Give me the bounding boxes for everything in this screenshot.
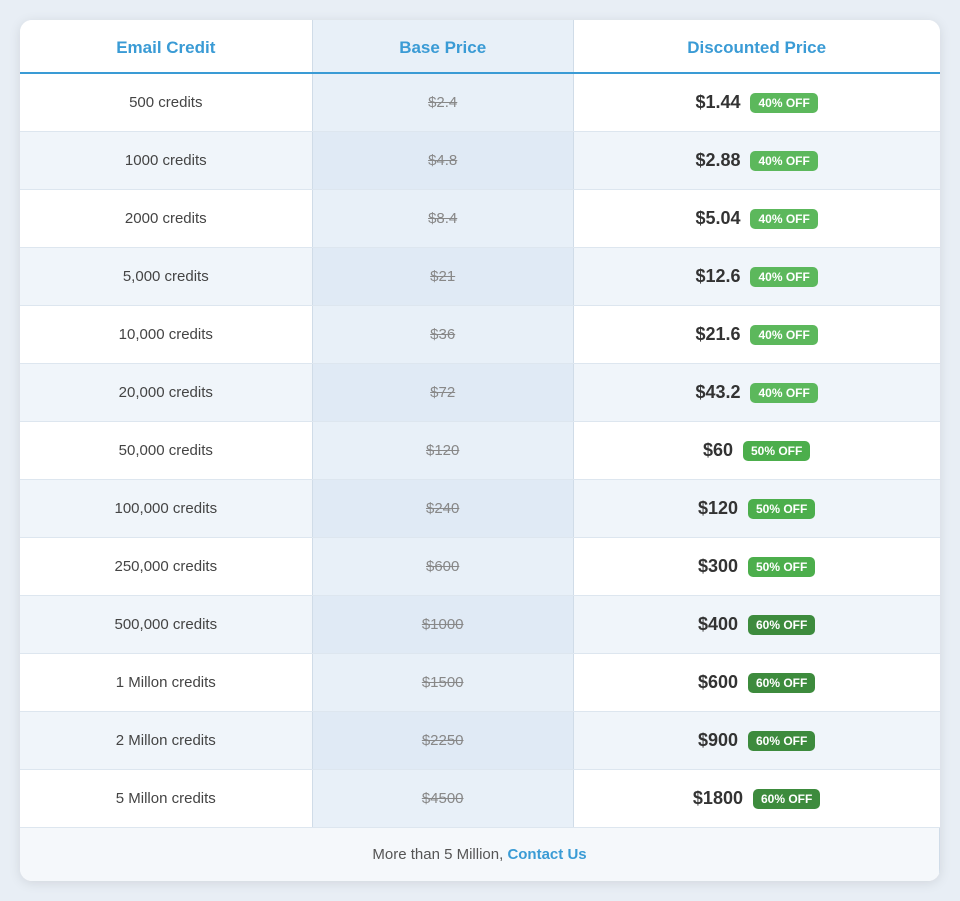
discounted-price-value: $900 (698, 730, 738, 751)
footer-row: More than 5 Million, Contact Us (20, 828, 940, 882)
table-row: 2000 credits$8.4 $5.04 40% OFF (20, 190, 940, 248)
discounted-price-value: $600 (698, 672, 738, 693)
table-row: 250,000 credits$600 $300 50% OFF (20, 538, 940, 596)
header-email-credit: Email Credit (20, 20, 312, 73)
credits-cell: 1000 credits (20, 132, 312, 190)
table-row: 20,000 credits$72 $43.2 40% OFF (20, 364, 940, 422)
pricing-table: Email Credit Base Price Discounted Price… (20, 20, 940, 881)
credits-cell: 500 credits (20, 73, 312, 132)
table-row: 50,000 credits$120 $60 50% OFF (20, 422, 940, 480)
discount-badge: 60% OFF (753, 789, 820, 809)
footer-cell: More than 5 Million, Contact Us (20, 828, 940, 882)
header-base-price: Base Price (312, 20, 573, 73)
table-row: 1000 credits$4.8 $2.88 40% OFF (20, 132, 940, 190)
discount-badge: 40% OFF (750, 383, 817, 403)
base-price-cell: $1000 (312, 596, 573, 654)
discounted-price-value: $400 (698, 614, 738, 635)
table-row: 5 Millon credits$4500 $1800 60% OFF (20, 770, 940, 828)
credits-cell: 5,000 credits (20, 248, 312, 306)
base-price-cell: $2.4 (312, 73, 573, 132)
base-price-cell: $120 (312, 422, 573, 480)
credits-cell: 10,000 credits (20, 306, 312, 364)
discounted-price-value: $5.04 (695, 208, 740, 229)
table-row: 100,000 credits$240 $120 50% OFF (20, 480, 940, 538)
discount-badge: 40% OFF (750, 267, 817, 287)
credits-cell: 1 Millon credits (20, 654, 312, 712)
base-price-cell: $36 (312, 306, 573, 364)
credits-cell: 20,000 credits (20, 364, 312, 422)
table-row: 1 Millon credits$1500 $600 60% OFF (20, 654, 940, 712)
discount-badge: 50% OFF (743, 441, 810, 461)
discounted-price-value: $21.6 (695, 324, 740, 345)
base-price-cell: $4500 (312, 770, 573, 828)
base-price-cell: $4.8 (312, 132, 573, 190)
discounted-price-cell: $43.2 40% OFF (573, 364, 939, 422)
discounted-price-cell: $900 60% OFF (573, 712, 939, 770)
discounted-price-value: $120 (698, 498, 738, 519)
credits-cell: 250,000 credits (20, 538, 312, 596)
base-price-cell: $1500 (312, 654, 573, 712)
discount-badge: 60% OFF (748, 673, 815, 693)
base-price-cell: $600 (312, 538, 573, 596)
credits-cell: 2000 credits (20, 190, 312, 248)
discounted-price-value: $1.44 (695, 92, 740, 113)
discounted-price-value: $300 (698, 556, 738, 577)
discounted-price-cell: $2.88 40% OFF (573, 132, 939, 190)
discount-badge: 40% OFF (750, 325, 817, 345)
discounted-price-value: $2.88 (695, 150, 740, 171)
base-price-cell: $8.4 (312, 190, 573, 248)
discounted-price-cell: $1800 60% OFF (573, 770, 939, 828)
contact-us-link[interactable]: Contact Us (507, 846, 586, 863)
discounted-price-value: $43.2 (695, 382, 740, 403)
discount-badge: 60% OFF (748, 731, 815, 751)
table-row: 5,000 credits$21 $12.6 40% OFF (20, 248, 940, 306)
table-row: 500 credits$2.4 $1.44 40% OFF (20, 73, 940, 132)
base-price-cell: $240 (312, 480, 573, 538)
discount-badge: 60% OFF (748, 615, 815, 635)
discounted-price-cell: $120 50% OFF (573, 480, 939, 538)
base-price-cell: $21 (312, 248, 573, 306)
discount-badge: 50% OFF (748, 499, 815, 519)
discounted-price-cell: $600 60% OFF (573, 654, 939, 712)
discounted-price-cell: $400 60% OFF (573, 596, 939, 654)
table-header-row: Email Credit Base Price Discounted Price (20, 20, 940, 73)
discounted-price-cell: $60 50% OFF (573, 422, 939, 480)
discount-badge: 40% OFF (750, 151, 817, 171)
table-row: 500,000 credits$1000 $400 60% OFF (20, 596, 940, 654)
discounted-price-value: $60 (703, 440, 733, 461)
base-price-cell: $2250 (312, 712, 573, 770)
credits-cell: 500,000 credits (20, 596, 312, 654)
credits-cell: 2 Millon credits (20, 712, 312, 770)
discounted-price-value: $1800 (693, 788, 743, 809)
discounted-price-cell: $1.44 40% OFF (573, 73, 939, 132)
discounted-price-cell: $12.6 40% OFF (573, 248, 939, 306)
discount-badge: 40% OFF (750, 93, 817, 113)
header-discounted-price: Discounted Price (573, 20, 939, 73)
credits-cell: 5 Millon credits (20, 770, 312, 828)
credits-cell: 50,000 credits (20, 422, 312, 480)
table-row: 10,000 credits$36 $21.6 40% OFF (20, 306, 940, 364)
discounted-price-value: $12.6 (695, 266, 740, 287)
discount-badge: 40% OFF (750, 209, 817, 229)
discounted-price-cell: $5.04 40% OFF (573, 190, 939, 248)
credits-cell: 100,000 credits (20, 480, 312, 538)
discounted-price-cell: $21.6 40% OFF (573, 306, 939, 364)
base-price-cell: $72 (312, 364, 573, 422)
table-row: 2 Millon credits$2250 $900 60% OFF (20, 712, 940, 770)
discounted-price-cell: $300 50% OFF (573, 538, 939, 596)
discount-badge: 50% OFF (748, 557, 815, 577)
